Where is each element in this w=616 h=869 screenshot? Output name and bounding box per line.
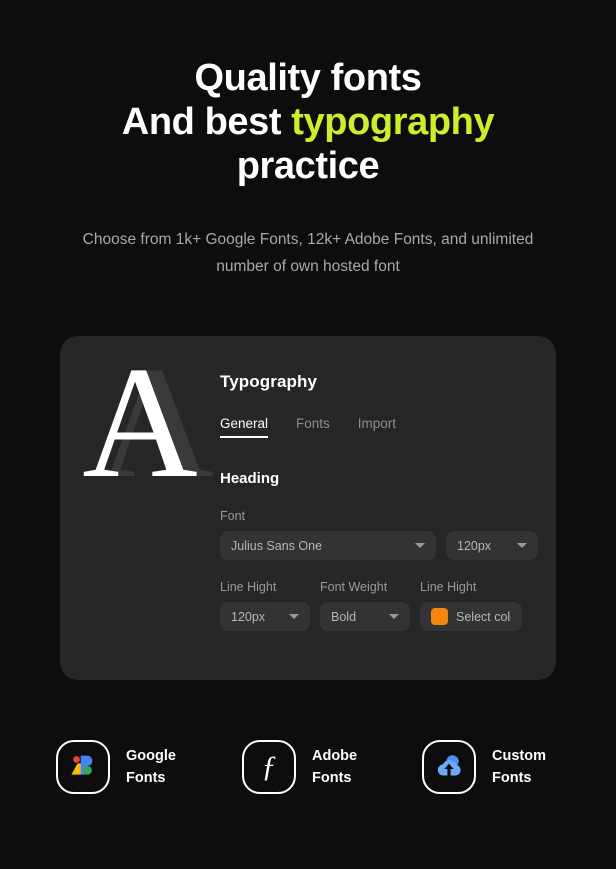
- badge-label-custom-fonts: Custom Fonts: [492, 748, 546, 786]
- hero-subtitle: Choose from 1k+ Google Fonts, 12k+ Adobe…: [0, 226, 616, 280]
- font-family-value: Julius Sans One: [231, 538, 323, 553]
- typography-options-row: Line Hight 120px Font Weight Bold Line H…: [220, 580, 538, 631]
- google-fonts-icon: [56, 740, 110, 794]
- font-sources-badges: Google Fonts ƒ Adobe Fonts Custom Fonts: [0, 740, 616, 794]
- typography-settings-card: A A Typography General Fonts Import Head…: [60, 336, 556, 680]
- badge-adobe-fonts[interactable]: ƒ Adobe Fonts: [242, 740, 422, 794]
- font-size-field-group: 120px: [446, 531, 538, 560]
- font-size-select[interactable]: 120px: [446, 531, 538, 560]
- hero-subtitle-line-1: Choose from 1k+ Google Fonts, 12k+ Adobe…: [82, 231, 467, 248]
- chevron-down-icon: [289, 614, 299, 619]
- line-height-field-group: Line Hight 120px: [220, 580, 310, 631]
- hero-title-accent-word: typography: [291, 101, 495, 143]
- font-size-value: 120px: [457, 538, 492, 553]
- select-color-label: Select color: [456, 609, 511, 624]
- tab-import[interactable]: Import: [358, 416, 396, 436]
- font-weight-label: Font Weight: [320, 580, 388, 594]
- hero-section: Quality fonts And best typography practi…: [0, 0, 616, 280]
- section-title-heading: Heading: [220, 470, 280, 487]
- chevron-down-icon: [389, 614, 399, 619]
- tab-general[interactable]: General: [220, 416, 269, 438]
- card-preview-panel: A A: [60, 336, 220, 680]
- adobe-f-glyph: ƒ: [261, 750, 277, 783]
- badge-google-fonts[interactable]: Google Fonts: [56, 740, 242, 794]
- custom-fonts-cloud-upload-icon: [422, 740, 476, 794]
- badge-label-google-fonts: Google Fonts: [126, 748, 176, 786]
- font-family-select[interactable]: Julius Sans One: [220, 531, 436, 560]
- select-color-button[interactable]: Select color: [420, 602, 522, 631]
- font-row: Font Julius Sans One 120px: [220, 509, 538, 560]
- chevron-down-icon: [415, 543, 425, 548]
- color-field-group: Line Hight Select color: [420, 580, 522, 631]
- color-field-label: Line Hight: [420, 580, 477, 594]
- letter-a-glyph: A: [82, 336, 198, 511]
- hero-title-line-3: practice: [236, 145, 380, 187]
- card-form-panel: Typography General Fonts Import Heading …: [220, 336, 556, 680]
- letter-a-preview: A A: [74, 336, 214, 511]
- font-weight-field-group: Font Weight Bold: [320, 580, 410, 631]
- card-tabs: General Fonts Import: [220, 416, 538, 438]
- chevron-down-icon: [517, 543, 527, 548]
- card-title: Typography: [220, 372, 318, 391]
- font-weight-value: Bold: [331, 609, 357, 624]
- line-height-select[interactable]: 120px: [220, 602, 310, 631]
- hero-title-line-2-prefix: And best: [121, 101, 292, 143]
- badge-custom-fonts[interactable]: Custom Fonts: [422, 740, 546, 794]
- hero-title-line-1: Quality fonts: [194, 57, 422, 99]
- adobe-fonts-icon: ƒ: [242, 740, 296, 794]
- cloud-upload-svg: [437, 755, 461, 776]
- font-field-label: Font: [220, 509, 246, 523]
- page-title: Quality fonts And best typography practi…: [0, 56, 616, 188]
- tab-fonts[interactable]: Fonts: [296, 416, 330, 436]
- line-height-label: Line Hight: [220, 580, 277, 594]
- font-weight-select[interactable]: Bold: [320, 602, 410, 631]
- landing-page: Quality fonts And best typography practi…: [0, 0, 616, 869]
- font-field-group: Font Julius Sans One: [220, 509, 436, 560]
- line-height-value: 120px: [231, 609, 266, 624]
- google-fonts-logo-svg: [71, 755, 93, 775]
- color-swatch[interactable]: [431, 608, 448, 625]
- badge-label-adobe-fonts: Adobe Fonts: [312, 748, 358, 786]
